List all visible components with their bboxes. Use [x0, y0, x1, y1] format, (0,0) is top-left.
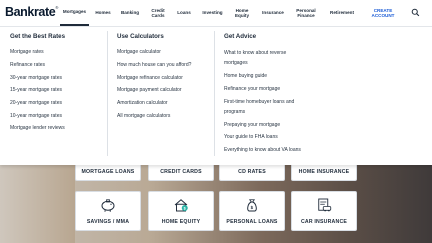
- nav-homes[interactable]: Homes: [93, 0, 113, 26]
- nav-investing[interactable]: Investing: [199, 0, 226, 26]
- link-first-time-homebuyer[interactable]: First-time homebuyer loans and programs: [224, 97, 306, 117]
- logo-text: Bankrate: [5, 5, 56, 19]
- link-va-loans[interactable]: Everything to know about VA loans: [224, 146, 301, 155]
- link-15-year-rates[interactable]: 15-year mortgage rates: [10, 86, 62, 95]
- nav-banking[interactable]: Banking: [118, 0, 142, 26]
- nav-personal-finance[interactable]: Personal Finance: [292, 0, 320, 26]
- column-divider: [214, 31, 215, 156]
- card-label: HOME EQUITY: [161, 219, 201, 225]
- advice-heading: Get Advice: [224, 33, 257, 40]
- link-home-buying-guide[interactable]: Home buying guide: [224, 72, 267, 81]
- car-document-icon: [318, 198, 332, 212]
- best-rates-heading: Get the Best Rates: [10, 33, 66, 40]
- nav-retirement[interactable]: Retirement: [327, 0, 357, 26]
- card-savings-mma[interactable]: SAVINGS / MMA: [75, 191, 141, 231]
- card-label: PERSONAL LOANS: [226, 219, 278, 225]
- link-refinance-rates[interactable]: Refinance rates: [10, 61, 45, 70]
- link-reverse-mortgages[interactable]: What to know about reverse mortgages: [224, 48, 304, 68]
- link-prepaying-mortgage[interactable]: Prepaying your mortgage: [224, 121, 280, 130]
- svg-text:$: $: [251, 205, 254, 210]
- mortgages-dropdown-menu: Get the Best Rates Mortgage rates Refina…: [0, 27, 432, 165]
- card-label: HOME INSURANCE: [298, 169, 350, 175]
- piggy-bank-icon: [101, 199, 115, 212]
- link-refinance-calculator[interactable]: Mortgage refinance calculator: [117, 74, 183, 83]
- card-label: SAVINGS / MMA: [86, 219, 130, 225]
- card-home-equity[interactable]: $ HOME EQUITY: [148, 191, 214, 231]
- top-navigation: Bankrate® Mortgages Homes Banking Credit…: [0, 0, 432, 27]
- hero-left-shade: [0, 157, 75, 243]
- trademark: ®: [55, 5, 58, 10]
- nav-home-equity[interactable]: Home Equity: [230, 0, 254, 26]
- card-personal-loans[interactable]: $ PERSONAL LOANS: [219, 191, 285, 231]
- link-amortization-calculator[interactable]: Amortization calculator: [117, 99, 168, 108]
- link-mortgage-calculator[interactable]: Mortgage calculator: [117, 48, 161, 57]
- link-fha-guide[interactable]: Your guide to FHA loans: [224, 133, 278, 142]
- house-dollar-icon: $: [174, 199, 188, 212]
- link-refinance-your-mortgage[interactable]: Refinance your mortgage: [224, 85, 280, 94]
- bankrate-logo[interactable]: Bankrate®: [5, 5, 58, 19]
- column-divider: [107, 31, 108, 156]
- card-label: CREDIT CARDS: [160, 169, 202, 175]
- link-lender-reviews[interactable]: Mortgage lender reviews: [10, 124, 65, 133]
- calculators-heading: Use Calculators: [117, 33, 164, 40]
- link-affordability[interactable]: How much house can you afford?: [117, 61, 191, 70]
- card-label: CAR INSURANCE: [300, 219, 348, 225]
- create-account-link[interactable]: CREATE ACCOUNT: [363, 0, 403, 26]
- card-label: CD RATES: [238, 169, 266, 175]
- money-bag-icon: $: [247, 199, 257, 212]
- search-icon[interactable]: [411, 8, 420, 17]
- nav-insurance[interactable]: Insurance: [259, 0, 287, 26]
- link-20-year-rates[interactable]: 20-year mortgage rates: [10, 99, 62, 108]
- link-30-year-rates[interactable]: 30-year mortgage rates: [10, 74, 62, 83]
- link-payment-calculator[interactable]: Mortgage payment calculator: [117, 86, 181, 95]
- nav-mortgages[interactable]: Mortgages: [60, 0, 89, 26]
- link-10-year-rates[interactable]: 10-year mortgage rates: [10, 112, 62, 121]
- card-car-insurance[interactable]: CAR INSURANCE: [291, 191, 357, 231]
- nav-loans[interactable]: Loans: [174, 0, 194, 26]
- nav-credit-cards[interactable]: Credit Cards: [147, 0, 169, 26]
- link-mortgage-rates[interactable]: Mortgage rates: [10, 48, 44, 57]
- card-label: MORTGAGE LOANS: [81, 169, 135, 175]
- link-all-calculators[interactable]: All mortgage calculators: [117, 112, 170, 121]
